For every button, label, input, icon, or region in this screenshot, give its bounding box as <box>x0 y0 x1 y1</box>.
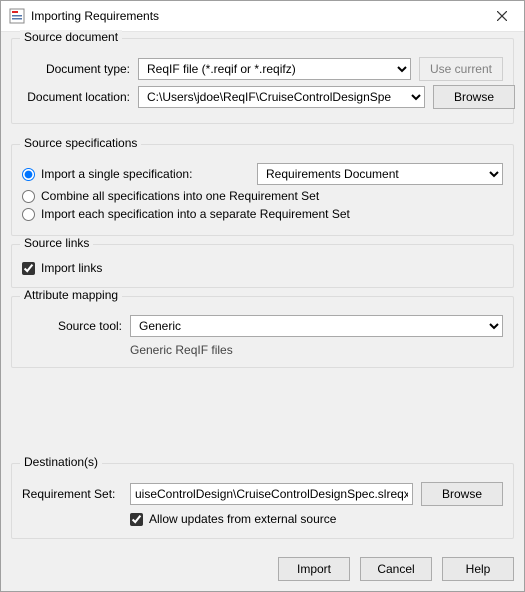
title-bar: Importing Requirements <box>1 1 524 32</box>
group-source-specifications: Source specifications Import a single sp… <box>11 144 514 236</box>
dialog-footer: Import Cancel Help <box>1 549 524 591</box>
app-icon <box>9 8 25 24</box>
legend-source-specifications: Source specifications <box>20 136 141 150</box>
cancel-button[interactable]: Cancel <box>360 557 432 581</box>
label-single-spec: Import a single specification: <box>41 167 251 181</box>
radio-each-spec[interactable] <box>22 208 35 221</box>
checkbox-import-links[interactable] <box>22 262 35 275</box>
label-requirement-set: Requirement Set: <box>22 487 122 501</box>
label-source-tool: Source tool: <box>22 319 122 333</box>
dialog-window: Importing Requirements Source document D… <box>0 0 525 592</box>
label-import-links: Import links <box>41 261 102 275</box>
source-tool-hint: Generic ReqIF files <box>130 341 503 357</box>
group-attribute-mapping: Attribute mapping Source tool: Generic G… <box>11 296 514 368</box>
group-destinations: Destination(s) Requirement Set: Browse A… <box>11 463 514 539</box>
legend-attribute-mapping: Attribute mapping <box>20 288 122 302</box>
browse-source-button[interactable]: Browse <box>433 85 515 109</box>
close-button[interactable] <box>479 1 524 31</box>
legend-source-document: Source document <box>20 30 122 44</box>
help-button[interactable]: Help <box>442 557 514 581</box>
client-area: Source document Document type: ReqIF fil… <box>1 32 524 549</box>
group-source-document: Source document Document type: ReqIF fil… <box>11 38 514 124</box>
label-document-type: Document type: <box>22 62 130 76</box>
label-combine-specs: Combine all specifications into one Requ… <box>41 189 319 203</box>
browse-destination-button[interactable]: Browse <box>421 482 503 506</box>
requirement-set-field[interactable] <box>130 483 413 505</box>
label-allow-updates: Allow updates from external source <box>149 512 336 526</box>
radio-combine-specs[interactable] <box>22 190 35 203</box>
legend-source-links: Source links <box>20 236 93 250</box>
label-each-spec: Import each specification into a separat… <box>41 207 350 221</box>
document-location-select[interactable]: C:\Users\jdoe\ReqIF\CruiseControlDesignS… <box>138 86 425 108</box>
document-type-select[interactable]: ReqIF file (*.reqif or *.reqifz) <box>138 58 411 80</box>
use-current-button[interactable]: Use current <box>419 57 503 81</box>
close-icon <box>497 11 507 21</box>
single-spec-select[interactable]: Requirements Document <box>257 163 503 185</box>
import-button[interactable]: Import <box>278 557 350 581</box>
legend-destinations: Destination(s) <box>20 455 102 469</box>
radio-single-spec[interactable] <box>22 168 35 181</box>
source-tool-select[interactable]: Generic <box>130 315 503 337</box>
checkbox-allow-updates[interactable] <box>130 513 143 526</box>
group-source-links: Source links Import links <box>11 244 514 288</box>
window-title: Importing Requirements <box>31 9 479 23</box>
label-document-location: Document location: <box>22 90 130 104</box>
